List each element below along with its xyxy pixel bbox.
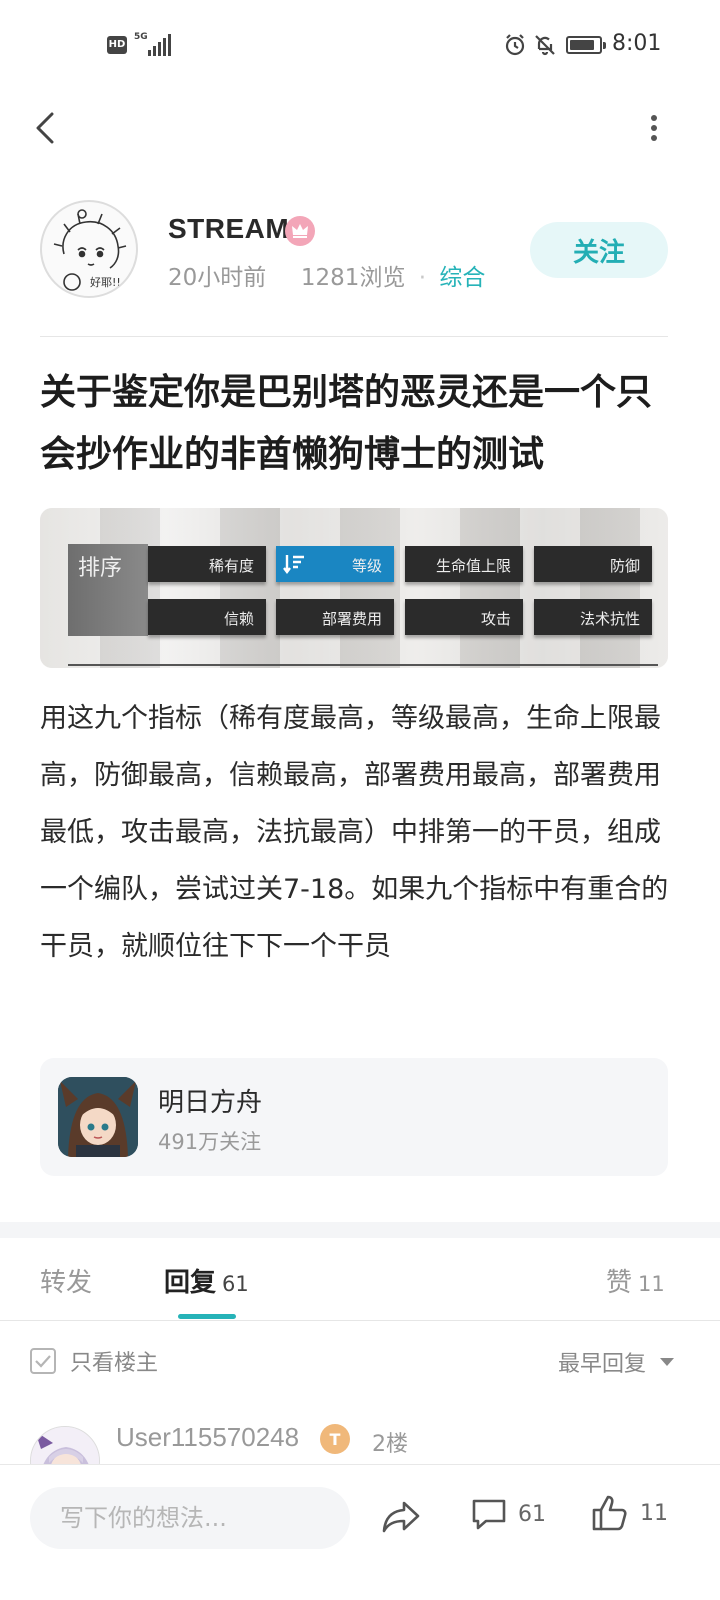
svg-text:好耶!!: 好耶!!	[90, 275, 121, 289]
check-icon	[35, 1355, 51, 1368]
tab-reply[interactable]: 回复 61	[164, 1262, 249, 1299]
sort-deploy-cost: 部署费用	[276, 599, 394, 635]
sort-rarity: 稀有度	[148, 546, 266, 582]
status-bar: HD 5G 8:01	[0, 0, 720, 92]
mute-bell-icon	[533, 33, 557, 61]
sort-attack: 攻击	[405, 599, 523, 635]
only-op-label: 只看楼主	[70, 1351, 159, 1376]
sort-label: 排序	[78, 556, 123, 581]
sort-max-hp: 生命值上限	[405, 546, 523, 582]
tab-like-count: 11	[638, 1272, 665, 1296]
reply-count: 61	[518, 1501, 546, 1527]
author-name[interactable]: STREAM	[168, 213, 289, 245]
back-button[interactable]	[26, 104, 66, 152]
more-options-button[interactable]	[636, 108, 672, 148]
topic-name: 明日方舟	[158, 1088, 263, 1118]
crown-badge-icon	[285, 216, 315, 246]
tab-active-indicator	[178, 1314, 236, 1319]
thumbs-up-icon	[592, 1495, 627, 1531]
reply-button[interactable]: 61	[470, 1495, 546, 1533]
comment-icon	[472, 1499, 506, 1530]
hd-icon: HD	[107, 36, 127, 54]
sort-res: 法术抗性	[534, 599, 652, 635]
like-button[interactable]: 11	[590, 1493, 668, 1533]
post-image[interactable]: 排序 稀有度 等级 生命值上限 防御 信赖 部署费用 攻击 法术抗性	[40, 508, 668, 668]
comment-input[interactable]: 写下你的想法...	[30, 1487, 350, 1549]
sort-level-label: 等级	[351, 557, 382, 575]
sort-defense: 防御	[534, 546, 652, 582]
topic-followers: 491万关注	[158, 1130, 262, 1154]
more-vertical-icon	[651, 115, 657, 141]
chevron-left-icon	[36, 112, 54, 144]
post-category-link[interactable]: 综合	[439, 265, 485, 291]
section-divider	[0, 1222, 720, 1238]
battery-icon	[566, 36, 606, 54]
share-button[interactable]	[380, 1495, 422, 1541]
author-avatar[interactable]: 好耶!!	[40, 200, 138, 298]
post-body: 用这九个指标（稀有度最高，等级最高，生命上限最高，防御最高，信赖最高，部署费用最…	[40, 703, 669, 962]
alarm-icon	[503, 33, 527, 61]
topic-card[interactable]: 明日方舟 491万关注	[40, 1058, 668, 1176]
tab-repost[interactable]: 转发	[40, 1262, 92, 1299]
like-count: 11	[640, 1500, 668, 1526]
comment-username[interactable]: User115570248	[116, 1422, 299, 1453]
sort-descending-icon	[283, 555, 304, 574]
topic-avatar	[58, 1077, 138, 1157]
level-badge: T	[320, 1424, 350, 1454]
view-count: 1281浏览	[300, 265, 406, 291]
post-title: 关于鉴定你是巴别塔的恶灵还是一个只会抄作业的非酋懒狗博士的测试	[40, 372, 653, 475]
tab-reply-count: 61	[222, 1272, 249, 1296]
checkbox[interactable]	[30, 1348, 56, 1374]
divider	[40, 336, 668, 337]
post-meta: 20小时前 1281浏览 · 综合	[168, 258, 485, 292]
share-icon	[382, 1501, 420, 1533]
comment-floor: 2楼	[372, 1432, 408, 1457]
bottom-action-bar: 写下你的想法... 61 11	[0, 1464, 720, 1600]
status-time: 8:01	[612, 31, 662, 56]
sort-level: 等级	[276, 546, 394, 582]
caret-down-icon	[660, 1358, 675, 1366]
post-time: 20小时前	[168, 265, 267, 291]
signal-icon: 5G	[134, 32, 172, 56]
separator-dot: ·	[418, 265, 427, 291]
divider	[0, 1320, 720, 1321]
network-type: 5G	[134, 32, 148, 42]
reply-sort-label: 最早回复	[558, 1352, 647, 1377]
tab-like-label: 赞	[606, 1268, 633, 1298]
follow-button[interactable]: 关注	[530, 222, 668, 278]
tab-like[interactable]: 赞 11	[606, 1262, 665, 1299]
sort-trust: 信赖	[148, 599, 266, 635]
reply-sort-dropdown[interactable]: 最早回复	[558, 1346, 675, 1378]
only-op-toggle[interactable]: 只看楼主	[30, 1345, 158, 1377]
tab-reply-label: 回复	[164, 1268, 217, 1298]
